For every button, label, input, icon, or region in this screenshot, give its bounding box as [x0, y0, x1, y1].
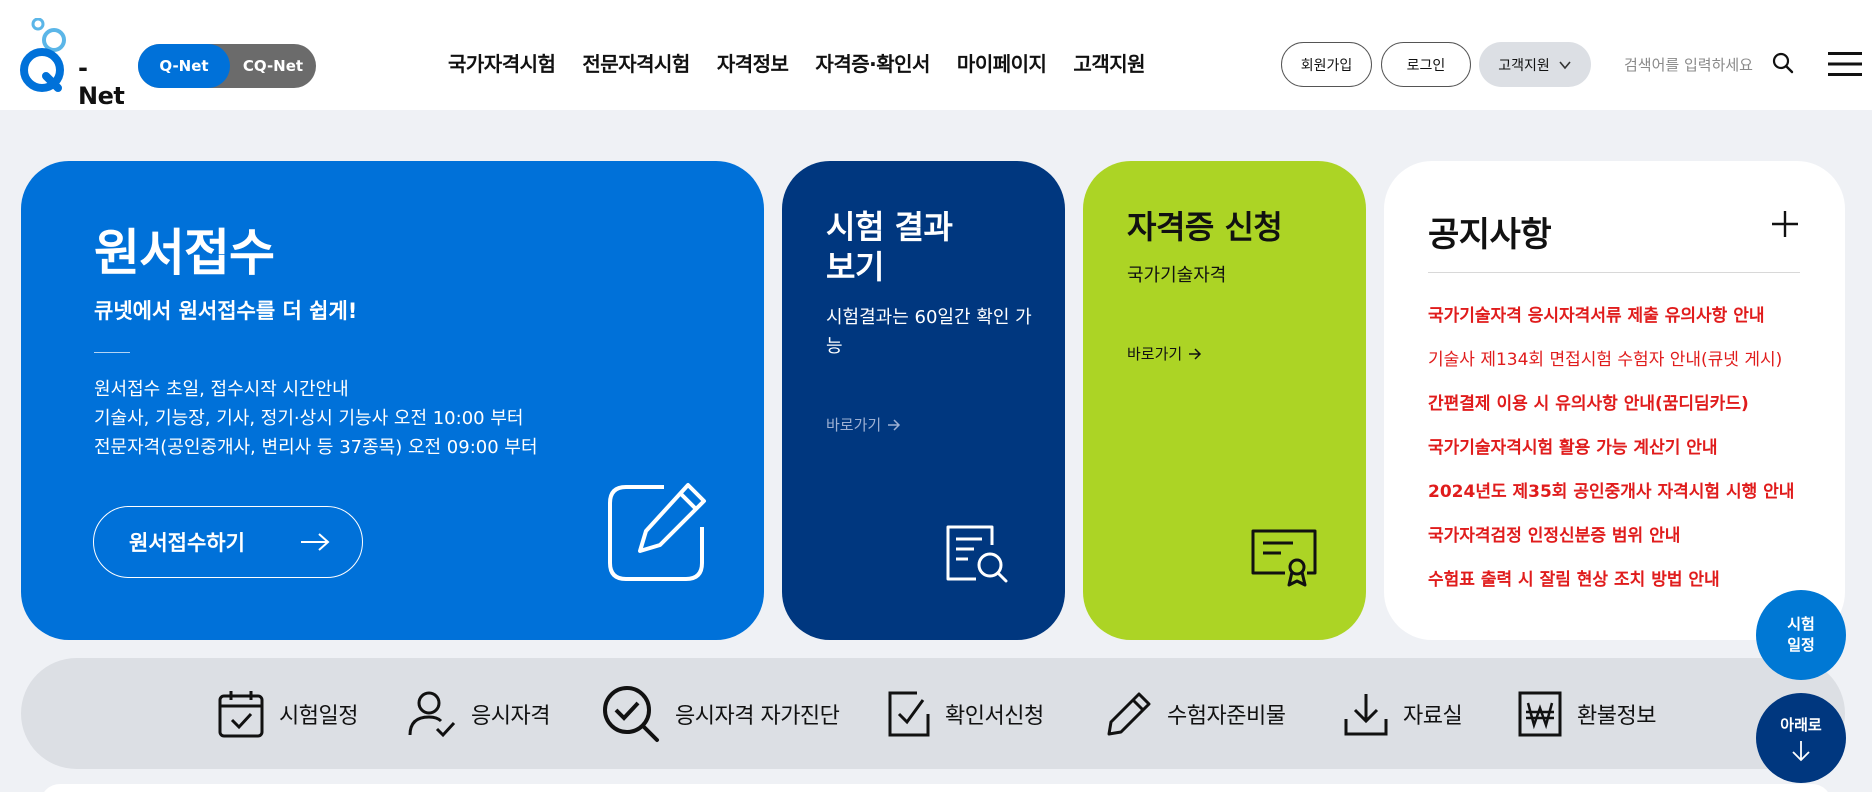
- notice-card: 공지사항 국가기술자격 응시자격서류 제출 유의사항 안내 기술사 제134회 …: [1384, 161, 1845, 640]
- qnet-toggle[interactable]: Q-Net: [138, 44, 230, 88]
- quick-menu: 시험일정 응시자격 응시자격 자가진단 확인서신청 수험자준비물 자료실 환불정…: [21, 658, 1845, 769]
- quick-item-label: 환불정보: [1577, 704, 1656, 729]
- certificate-subtitle: 국가기술자격: [1127, 265, 1227, 286]
- exam-result-subtitle: 시험결과는 60일간 확인 가능: [826, 307, 1032, 357]
- quick-item-label: 확인서신청: [945, 704, 1044, 729]
- login-button[interactable]: 로그인: [1381, 42, 1471, 87]
- apply-button[interactable]: 원서접수하기: [93, 506, 363, 578]
- search-check-icon: [603, 686, 659, 742]
- support-dropdown[interactable]: 고객지원: [1479, 42, 1591, 87]
- quick-item-label: 시험일정: [279, 704, 358, 729]
- header: - Net Q-Net CQ-Net 국가자격시험 전문자격시험 자격정보 자격…: [0, 0, 1872, 110]
- apply-info-line: 기술사, 기능장, 기사, 정기·상시 기능사 오전 10:00 부터: [94, 408, 524, 429]
- quick-confirmation-request[interactable]: 확인서신청: [887, 684, 1044, 744]
- exam-result-title-line: 시험 결과: [826, 208, 953, 246]
- apply-info-line: 원서접수 초일, 접수시작 시간안내: [94, 379, 349, 400]
- certificate-goto-link[interactable]: 바로가기: [1127, 343, 1202, 364]
- search-icon[interactable]: [1772, 52, 1794, 74]
- nav-customer-support[interactable]: 고객지원: [1073, 48, 1145, 77]
- certificate-title: 자격증 신청: [1127, 208, 1283, 246]
- checkbox-document-icon: [888, 691, 930, 737]
- notice-item[interactable]: 국가기술자격시험 활용 가능 계산기 안내: [1428, 433, 1808, 477]
- next-section-edge: [40, 784, 1832, 792]
- cqnet-toggle[interactable]: CQ-Net: [230, 44, 316, 88]
- goto-label: 바로가기: [826, 416, 882, 434]
- notice-item[interactable]: 2024년도 제35회 공인중개사 자격시험 시행 안내: [1428, 477, 1808, 521]
- apply-title: 원서접수: [94, 224, 275, 282]
- arrow-right-icon: [888, 418, 901, 431]
- notice-item[interactable]: 간편결제 이용 시 유의사항 안내(꿈디딤카드): [1428, 389, 1808, 433]
- exam-result-card[interactable]: 시험 결과 보기 시험결과는 60일간 확인 가능 바로가기: [782, 161, 1065, 640]
- search-input[interactable]: 검색어를 입력하세요: [1624, 54, 1753, 75]
- arrow-right-icon: [301, 533, 330, 551]
- quick-refund-info[interactable]: 환불정보: [1517, 684, 1656, 744]
- notice-divider: [1428, 272, 1800, 273]
- net-switch: Q-Net CQ-Net: [138, 44, 316, 88]
- apply-info-line: 전문자격(공인중개사, 변리사 등 37종목) 오전 09:00 부터: [94, 437, 538, 458]
- quick-eligibility[interactable]: 응시자격: [407, 684, 550, 744]
- quick-resources[interactable]: 자료실: [1343, 684, 1463, 744]
- arrow-down-icon: [1792, 740, 1810, 761]
- notice-item[interactable]: 수험표 출력 시 잘림 현상 조치 방법 안내: [1428, 565, 1808, 609]
- hamburger-menu-icon[interactable]: [1828, 50, 1862, 78]
- exam-result-title: 시험 결과 보기: [826, 207, 953, 287]
- scroll-down-button[interactable]: 아래로: [1756, 693, 1846, 783]
- qnet-logo[interactable]: - Net: [18, 17, 125, 110]
- user-check-icon: [408, 691, 456, 738]
- apply-button-label: 원서접수하기: [129, 531, 245, 555]
- support-dropdown-label: 고객지원: [1498, 56, 1550, 73]
- chevron-down-icon: [1559, 60, 1571, 69]
- notice-title: 공지사항: [1428, 215, 1552, 255]
- nav-national-exam[interactable]: 국가자격시험: [448, 48, 556, 77]
- apply-card: 원서접수 큐넷에서 원서접수를 더 쉽게! 원서접수 초일, 접수시작 시간안내…: [21, 161, 764, 640]
- nav-qualification-info[interactable]: 자격정보: [717, 48, 789, 77]
- floating-label: 시험: [1787, 615, 1815, 633]
- plus-icon[interactable]: [1770, 209, 1800, 239]
- quick-item-label: 응시자격 자가진단: [675, 704, 840, 729]
- nav-certificate[interactable]: 자격증·확인서: [815, 48, 930, 77]
- logo-text: - Net: [78, 54, 125, 110]
- notice-item[interactable]: 국가자격검정 인정신분증 범위 안내: [1428, 521, 1808, 565]
- nav-professional-exam[interactable]: 전문자격시험: [582, 48, 690, 77]
- qnet-logo-icon: [20, 17, 66, 92]
- download-icon: [1344, 694, 1388, 736]
- pencil-icon: [1107, 692, 1151, 736]
- edit-document-icon: [608, 483, 706, 581]
- global-nav: 국가자격시험 전문자격시험 자격정보 자격증·확인서 마이페이지 고객지원: [448, 48, 1146, 77]
- exam-result-goto-link[interactable]: 바로가기: [826, 414, 901, 435]
- quick-self-diagnosis[interactable]: 응시자격 자가진단: [601, 684, 840, 744]
- won-receipt-icon: [1518, 691, 1562, 737]
- notice-list: 국가기술자격 응시자격서류 제출 유의사항 안내 기술사 제134회 면접시험 …: [1428, 301, 1808, 609]
- floating-label: 아래로: [1780, 715, 1822, 734]
- apply-subtitle: 큐넷에서 원서접수를 더 쉽게!: [94, 299, 358, 323]
- goto-label: 바로가기: [1127, 345, 1183, 363]
- floating-label: 일정: [1787, 636, 1815, 654]
- apply-info: 원서접수 초일, 접수시작 시간안내 기술사, 기능장, 기사, 정기·상시 기…: [94, 375, 538, 462]
- notice-item[interactable]: 국가기술자격 응시자격서류 제출 유의사항 안내: [1428, 301, 1808, 345]
- nav-mypage[interactable]: 마이페이지: [957, 48, 1047, 77]
- quick-item-label: 수험자준비물: [1167, 704, 1286, 729]
- arrow-right-icon: [1189, 347, 1202, 360]
- apply-divider: [94, 352, 130, 353]
- quick-exam-schedule[interactable]: 시험일정: [217, 684, 358, 744]
- document-search-icon: [946, 525, 1008, 583]
- calendar-check-icon: [218, 691, 264, 738]
- floating-exam-schedule-button[interactable]: 시험 일정: [1756, 590, 1846, 680]
- certificate-icon: [1251, 529, 1317, 587]
- quick-exam-preparation[interactable]: 수험자준비물: [1105, 684, 1286, 744]
- certificate-apply-card[interactable]: 자격증 신청 국가기술자격 바로가기: [1083, 161, 1366, 640]
- join-button[interactable]: 회원가입: [1281, 42, 1372, 87]
- exam-result-title-line: 보기: [826, 248, 884, 286]
- notice-item[interactable]: 기술사 제134회 면접시험 수험자 안내(큐넷 게시): [1428, 345, 1808, 389]
- quick-item-label: 자료실: [1403, 704, 1463, 729]
- quick-item-label: 응시자격: [471, 704, 550, 729]
